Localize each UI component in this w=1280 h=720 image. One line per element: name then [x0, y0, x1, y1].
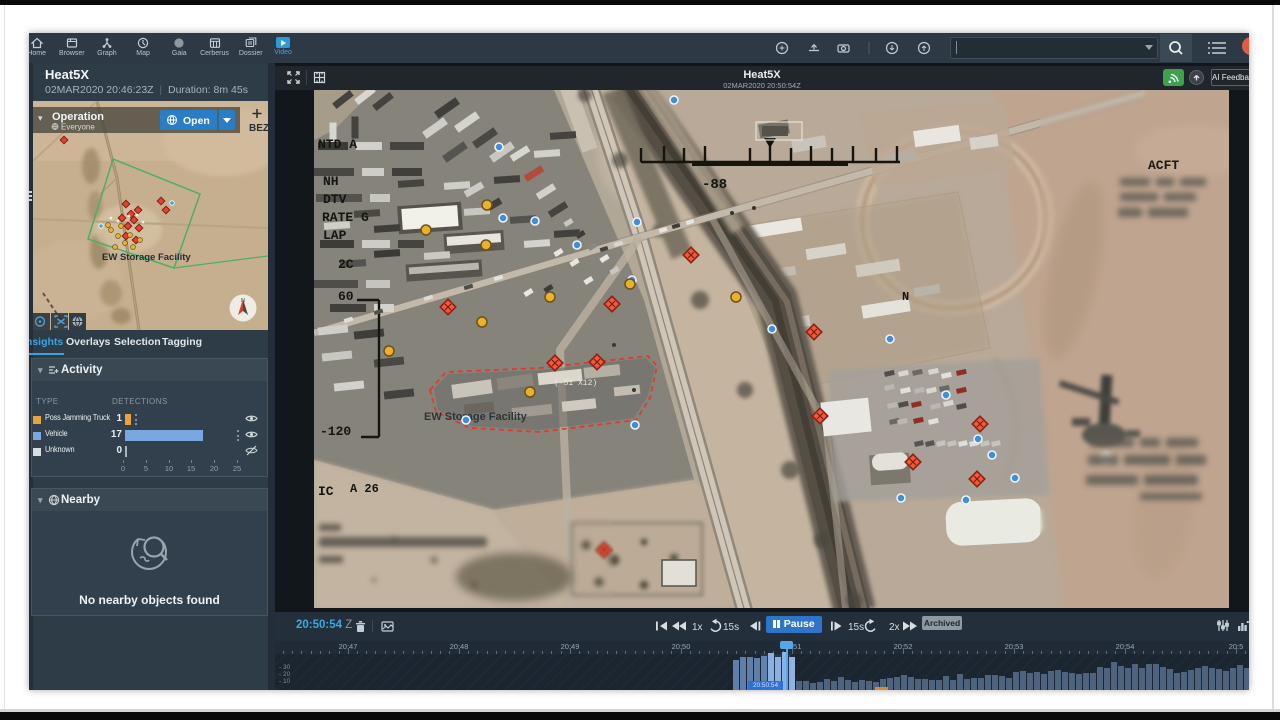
svg-text:(-51 X12): (-51 X12): [554, 379, 597, 388]
svg-text:EW Storage Facility: EW Storage Facility: [102, 252, 191, 263]
svg-text:BEZ: BEZ: [249, 123, 268, 134]
svg-text:Everyone: Everyone: [61, 123, 95, 132]
svg-text:LAP: LAP: [323, 228, 347, 243]
svg-text:Operation: Operation: [52, 111, 104, 123]
svg-text:1x: 1x: [692, 622, 703, 633]
svg-text:Open: Open: [183, 115, 210, 127]
svg-text:N: N: [902, 290, 909, 304]
svg-text:▾: ▾: [38, 113, 43, 123]
svg-text:DTV: DTV: [323, 192, 347, 207]
svg-text:IC: IC: [318, 484, 334, 499]
svg-text:60: 60: [338, 289, 354, 304]
svg-text:-120: -120: [320, 424, 351, 439]
svg-text:EW Storage Facility: EW Storage Facility: [424, 411, 528, 423]
svg-text:A 26: A 26: [350, 482, 379, 496]
svg-text:15s: 15s: [723, 622, 739, 633]
svg-text:2x: 2x: [889, 622, 900, 633]
svg-text:15s: 15s: [848, 622, 864, 633]
svg-text:2C: 2C: [338, 257, 354, 272]
svg-text:NH: NH: [323, 174, 339, 189]
svg-text:-88: -88: [702, 177, 727, 193]
svg-text:NTD A: NTD A: [318, 137, 357, 152]
svg-text:RATE G: RATE G: [322, 210, 369, 225]
